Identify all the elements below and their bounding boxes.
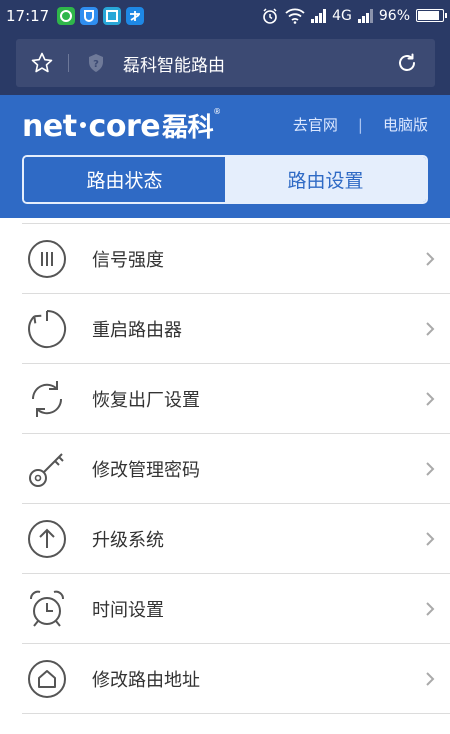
cell-signal-2-icon bbox=[357, 8, 373, 23]
home-address-icon bbox=[22, 654, 72, 704]
menu-item-label: 修改路由地址 bbox=[92, 670, 200, 691]
factory-reset-icon bbox=[22, 374, 72, 424]
blue-shield-app-icon bbox=[80, 6, 99, 25]
menu-item-signal-strength[interactable]: 信号强度 bbox=[0, 224, 450, 294]
cell-signal-icon bbox=[311, 8, 327, 23]
netcore-logo: net core磊科® bbox=[22, 107, 221, 144]
logo-text-cn: 磊科 bbox=[162, 113, 214, 143]
signal-strength-icon bbox=[22, 234, 72, 284]
menu-item-factory-reset[interactable]: 恢复出厂设置 bbox=[0, 364, 450, 434]
address-bar[interactable]: ? 磊科智能路由 bbox=[16, 39, 435, 87]
status-app-icons bbox=[57, 6, 145, 25]
security-shield-icon[interactable]: ? bbox=[69, 52, 123, 74]
network-type: 4G bbox=[332, 7, 352, 24]
green-app-icon bbox=[57, 6, 76, 25]
menu-item-time-settings[interactable]: 时间设置 bbox=[0, 574, 450, 644]
browser-toolbar: ? 磊科智能路由 bbox=[0, 31, 450, 95]
tab-router-status[interactable]: 路由状态 bbox=[24, 157, 225, 202]
teal-scan-app-icon bbox=[103, 6, 122, 25]
pc-version-link[interactable]: 电脑版 bbox=[383, 114, 428, 135]
alarm-status-icon bbox=[263, 7, 277, 24]
battery-fill bbox=[418, 11, 440, 20]
status-bar: 17:17 4G 96% bbox=[0, 0, 450, 31]
logo-text-net: net bbox=[22, 109, 77, 144]
chevron-right-icon bbox=[410, 670, 450, 688]
chevron-right-icon bbox=[410, 320, 450, 338]
settings-menu-list: 信号强度 重启路由器 恢复出厂设置 修改管理密码 升级系统 时间设置 修改路由地… bbox=[0, 218, 450, 714]
svg-text:?: ? bbox=[93, 59, 99, 70]
header-links: 去官网 | 电脑版 bbox=[293, 114, 428, 135]
battery-percent: 96% bbox=[378, 7, 410, 24]
menu-item-change-admin-password[interactable]: 修改管理密码 bbox=[0, 434, 450, 504]
logo-registered-mark: ® bbox=[213, 107, 221, 116]
logo-dot bbox=[79, 121, 86, 128]
chevron-right-icon bbox=[410, 250, 450, 268]
menu-item-label: 升级系统 bbox=[92, 530, 164, 551]
page-title-in-address[interactable]: 磊科智能路由 bbox=[123, 51, 379, 76]
menu-item-restart-router[interactable]: 重启路由器 bbox=[0, 294, 450, 364]
menu-item-label: 信号强度 bbox=[92, 250, 164, 271]
menu-item-label: 修改管理密码 bbox=[92, 460, 200, 481]
upgrade-icon bbox=[22, 514, 72, 564]
battery-icon bbox=[416, 9, 447, 22]
menu-item-label: 重启路由器 bbox=[92, 320, 182, 341]
bookmark-star-icon[interactable] bbox=[16, 51, 68, 75]
tab-bar: 路由状态 路由设置 bbox=[22, 155, 428, 204]
chevron-right-icon bbox=[410, 460, 450, 478]
page-header: net core磊科® 去官网 | 电脑版 路由状态 路由设置 bbox=[0, 95, 450, 218]
chevron-right-icon bbox=[410, 600, 450, 618]
chevron-right-icon bbox=[410, 390, 450, 408]
chevron-right-icon bbox=[410, 530, 450, 548]
menu-item-upgrade-system[interactable]: 升级系统 bbox=[0, 504, 450, 574]
link-separator: | bbox=[357, 115, 363, 134]
key-icon bbox=[22, 444, 72, 494]
menu-item-change-router-address[interactable]: 修改路由地址 bbox=[0, 644, 450, 714]
wifi-status-icon bbox=[285, 8, 305, 24]
status-right-group: 4G 96% bbox=[261, 7, 447, 25]
status-time: 17:17 bbox=[6, 6, 50, 25]
logo-text-core: core bbox=[88, 109, 161, 144]
alarm-clock-icon bbox=[22, 584, 72, 634]
tab-router-settings[interactable]: 路由设置 bbox=[225, 157, 426, 202]
menu-item-label: 恢复出厂设置 bbox=[92, 390, 200, 411]
restart-icon bbox=[22, 304, 72, 354]
menu-item-label: 时间设置 bbox=[92, 600, 164, 621]
reload-icon[interactable] bbox=[379, 51, 435, 75]
official-site-link[interactable]: 去官网 bbox=[293, 114, 338, 135]
blue-alipay-app-icon bbox=[126, 6, 145, 25]
